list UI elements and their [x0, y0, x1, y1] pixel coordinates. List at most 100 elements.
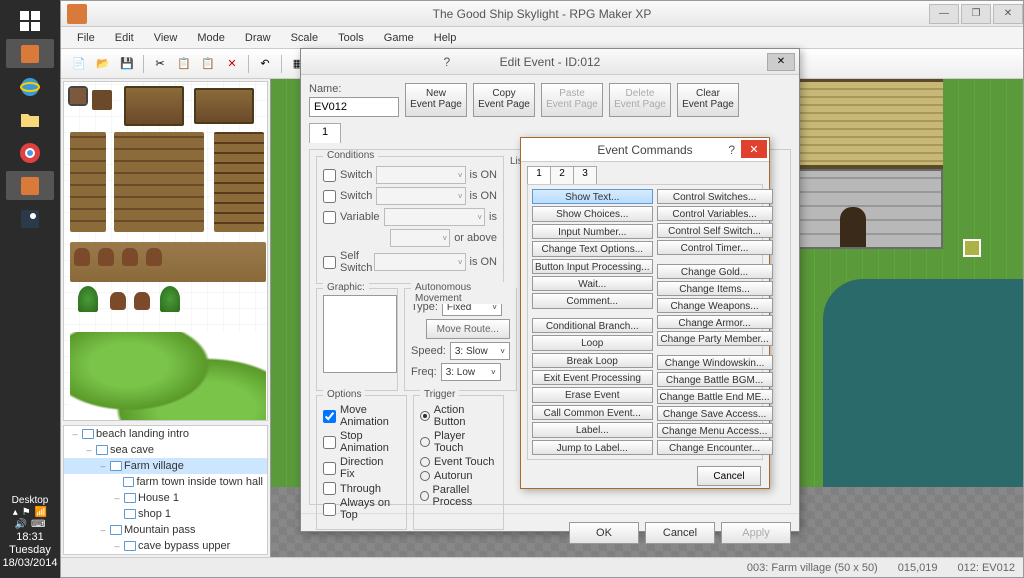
cmd-button[interactable]: Show Choices...: [532, 206, 653, 221]
event-name-input[interactable]: [309, 97, 399, 117]
help-button[interactable]: ?: [444, 55, 657, 69]
cmd-button[interactable]: Label...: [532, 422, 653, 437]
cmd-button[interactable]: Control Variables...: [657, 206, 773, 221]
cmd-button[interactable]: Change Items...: [657, 281, 773, 296]
cmd-button[interactable]: Button Input Processing...: [532, 259, 653, 274]
trg-auto[interactable]: [420, 471, 430, 481]
menu-view[interactable]: View: [144, 29, 188, 47]
cmd-button[interactable]: Change Encounter...: [657, 440, 773, 455]
graphic-box[interactable]: [323, 295, 397, 373]
opt-through[interactable]: [323, 482, 336, 495]
menu-file[interactable]: File: [67, 29, 105, 47]
opt-moveanim[interactable]: [323, 410, 336, 423]
taskbar-steam-icon[interactable]: [6, 204, 54, 233]
undo-icon[interactable]: ↶: [255, 54, 275, 74]
menu-help[interactable]: Help: [424, 29, 467, 47]
cmd-tab-2[interactable]: 2: [550, 166, 574, 184]
menu-draw[interactable]: Draw: [235, 29, 281, 47]
copy-event-page-button[interactable]: Copy Event Page: [473, 83, 535, 117]
cmd-button[interactable]: Change Text Options...: [532, 241, 653, 256]
menu-tools[interactable]: Tools: [328, 29, 374, 47]
cmd-button[interactable]: Exit Event Processing: [532, 370, 653, 385]
cond-variable-select[interactable]: [384, 208, 486, 226]
menu-mode[interactable]: Mode: [187, 29, 235, 47]
map-tree-item[interactable]: –sea cave: [64, 442, 267, 458]
edit-event-titlebar[interactable]: Edit Event - ID:012 ? ✕: [301, 49, 799, 75]
speed-select[interactable]: 3: Slow: [450, 342, 510, 360]
cut-icon[interactable]: ✂: [150, 54, 170, 74]
cmd-button[interactable]: Control Timer...: [657, 240, 773, 255]
cmd-button[interactable]: Control Switches...: [657, 189, 773, 204]
cond-variable-check[interactable]: [323, 211, 336, 224]
map-tree-item[interactable]: –cave bypass upper: [64, 538, 267, 554]
opt-ontop[interactable]: [323, 503, 336, 516]
map-tree-item[interactable]: –beach landing intro: [64, 426, 267, 442]
cmd-button[interactable]: Wait...: [532, 276, 653, 291]
delete-icon[interactable]: ✕: [222, 54, 242, 74]
cmd-button[interactable]: Comment...: [532, 293, 653, 308]
map-tree[interactable]: –beach landing intro–sea cave–Farm villa…: [63, 425, 268, 555]
edit-event-cancel[interactable]: Cancel: [645, 522, 715, 544]
cond-switch1-select[interactable]: [376, 166, 465, 184]
new-event-page-button[interactable]: New Event Page: [405, 83, 467, 117]
trg-parallel[interactable]: [420, 491, 429, 501]
trg-action[interactable]: [420, 411, 430, 421]
cmd-button[interactable]: Break Loop: [532, 353, 653, 368]
cmd-button[interactable]: Change Windowskin...: [657, 355, 773, 370]
event-commands-help[interactable]: ?: [728, 143, 735, 157]
cond-switch1-check[interactable]: [323, 169, 336, 182]
minimize-button[interactable]: —: [929, 4, 959, 24]
cmd-button[interactable]: Change Battle BGM...: [657, 372, 773, 387]
save-icon[interactable]: 💾: [117, 54, 137, 74]
freq-select[interactable]: 3: Low: [441, 363, 501, 381]
map-tree-item[interactable]: –Farm village: [64, 458, 267, 474]
event-commands-cancel[interactable]: Cancel: [697, 466, 761, 486]
cmd-button[interactable]: Change Gold...: [657, 264, 773, 279]
cmd-button[interactable]: Change Armor...: [657, 315, 773, 330]
taskbar-rmxp-icon[interactable]: [6, 39, 54, 68]
cond-selfswitch-select[interactable]: [374, 253, 466, 271]
map-tree-item[interactable]: –Mountain pass: [64, 522, 267, 538]
event-marker[interactable]: [963, 239, 981, 257]
event-page-tab-1[interactable]: 1: [309, 123, 341, 143]
event-commands-close[interactable]: ✕: [741, 140, 767, 158]
cmd-button[interactable]: Erase Event: [532, 387, 653, 402]
desktop-label[interactable]: Desktop: [0, 495, 60, 506]
map-tree-item[interactable]: farm town inside town hall: [64, 474, 267, 490]
cmd-button[interactable]: Jump to Label...: [532, 440, 653, 455]
cmd-button[interactable]: Control Self Switch...: [657, 223, 773, 238]
opt-stopanim[interactable]: [323, 436, 336, 449]
paste-icon[interactable]: 📋: [198, 54, 218, 74]
taskbar-chrome-icon[interactable]: [6, 138, 54, 167]
cmd-tab-1[interactable]: 1: [527, 166, 551, 184]
cmd-button[interactable]: Change Party Member...: [657, 331, 773, 346]
map-tree-item[interactable]: shop 1: [64, 506, 267, 522]
cond-variable-value[interactable]: [390, 229, 450, 247]
cmd-button[interactable]: Change Weapons...: [657, 298, 773, 313]
cmd-button[interactable]: Show Text...: [532, 189, 653, 204]
menu-scale[interactable]: Scale: [281, 29, 329, 47]
start-button[interactable]: [6, 6, 54, 35]
cond-switch2-select[interactable]: [376, 187, 465, 205]
cmd-button[interactable]: Change Save Access...: [657, 406, 773, 421]
copy-icon[interactable]: 📋: [174, 54, 194, 74]
trg-player[interactable]: [420, 437, 430, 447]
cmd-tab-3[interactable]: 3: [573, 166, 597, 184]
taskbar-ie-icon[interactable]: [6, 72, 54, 101]
cond-selfswitch-check[interactable]: [323, 256, 336, 269]
trg-event[interactable]: [420, 457, 430, 467]
menu-game[interactable]: Game: [374, 29, 424, 47]
cond-switch2-check[interactable]: [323, 190, 336, 203]
cmd-button[interactable]: Conditional Branch...: [532, 318, 653, 333]
edit-event-ok[interactable]: OK: [569, 522, 639, 544]
taskbar-explorer-icon[interactable]: [6, 105, 54, 134]
tray-icons-2[interactable]: 🔊⌨: [0, 519, 60, 530]
cmd-button[interactable]: Loop: [532, 335, 653, 350]
maximize-button[interactable]: ❐: [961, 4, 991, 24]
menu-edit[interactable]: Edit: [105, 29, 144, 47]
cmd-button[interactable]: Input Number...: [532, 224, 653, 239]
opt-dirfix[interactable]: [323, 462, 336, 475]
close-button[interactable]: ✕: [993, 4, 1023, 24]
cmd-button[interactable]: Change Menu Access...: [657, 423, 773, 438]
cmd-button[interactable]: Call Common Event...: [532, 405, 653, 420]
